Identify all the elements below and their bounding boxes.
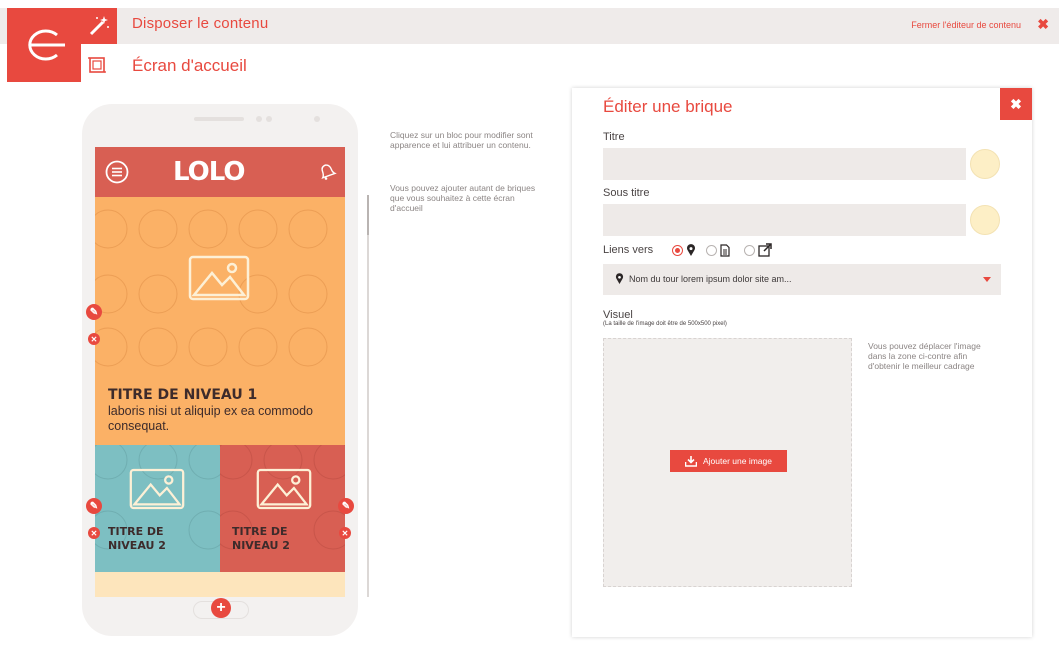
pencil-icon: ✎ xyxy=(89,500,99,512)
add-brick-button[interactable]: + xyxy=(211,598,231,618)
add-image-label: Ajouter une image xyxy=(703,456,772,466)
menu-icon[interactable] xyxy=(105,160,129,184)
link-target-select[interactable]: Nom du tour lorem ipsum dolor site am... xyxy=(603,264,1001,295)
map-pin-icon xyxy=(615,273,624,284)
delete-brick-button[interactable]: ✕ xyxy=(88,333,100,345)
app-logo-text: LOLO xyxy=(173,157,245,187)
sous-titre-input[interactable] xyxy=(603,204,966,236)
close-icon[interactable]: ✖ xyxy=(1037,16,1049,33)
brick-title: TITRE DE NIVEAU 2 xyxy=(232,525,290,552)
link-type-radio-page[interactable] xyxy=(706,245,717,256)
edit-brick-button[interactable]: ✎ xyxy=(338,498,354,514)
phone-sensor xyxy=(266,116,272,122)
image-placeholder-icon xyxy=(256,468,312,510)
delete-brick-button[interactable]: ✕ xyxy=(339,527,351,539)
app-header: LOLO xyxy=(95,147,345,197)
content-editor: Disposer le contenu Écran d'accueil Ferm… xyxy=(0,0,1059,659)
map-pin-icon xyxy=(687,244,695,256)
close-icon: ✖ xyxy=(1010,95,1022,112)
panel-close-button[interactable]: ✖ xyxy=(1000,88,1032,120)
brick-title: TITRE DE NIVEAU 1 xyxy=(108,387,258,403)
close-editor-link[interactable]: Fermer l'éditeur de contenu xyxy=(911,20,1021,30)
titre-color-picker[interactable] xyxy=(970,149,1000,179)
app-logo-icon[interactable] xyxy=(7,8,81,82)
brick-title: TITRE DE NIVEAU 2 xyxy=(108,525,166,552)
phone-scrollbar[interactable] xyxy=(367,195,369,597)
add-image-button[interactable]: Ajouter une image xyxy=(670,450,787,472)
bell-icon[interactable] xyxy=(317,162,337,182)
liens-label: Liens vers xyxy=(603,244,654,256)
image-placeholder-icon xyxy=(188,255,250,301)
brick-level-1[interactable]: TITRE DE NIVEAU 1 laboris nisi ut aliqui… xyxy=(95,197,345,445)
phone-screen: LOLO TITRE DE NIVEAU 1 laboris nisi ut a… xyxy=(95,147,345,597)
remove-icon: ✕ xyxy=(90,334,98,344)
help-text: Vous pouvez ajouter autant de briques qu… xyxy=(390,183,536,213)
edit-brick-button[interactable]: ✎ xyxy=(86,304,102,320)
download-icon xyxy=(685,455,697,467)
titre-label: Titre xyxy=(603,131,625,143)
brick-level-2-left[interactable]: TITRE DE NIVEAU 2 xyxy=(95,445,220,572)
edit-brick-button[interactable]: ✎ xyxy=(86,498,102,514)
frame-icon[interactable] xyxy=(81,48,113,82)
phone-speaker xyxy=(194,117,244,121)
select-value: Nom du tour lorem ipsum dolor site am... xyxy=(629,274,792,284)
phone-camera xyxy=(256,116,262,122)
document-icon xyxy=(720,244,730,257)
brick-level-2-right[interactable]: TITRE DE NIVEAU 2 xyxy=(220,445,345,572)
pencil-icon: ✎ xyxy=(89,306,99,318)
panel-title: Éditer une brique xyxy=(603,97,733,116)
delete-brick-button[interactable]: ✕ xyxy=(88,527,100,539)
sous-titre-color-picker[interactable] xyxy=(970,205,1000,235)
page-title: Disposer le contenu xyxy=(132,15,269,32)
help-text: Cliquez sur un bloc pour modifier sont a… xyxy=(390,130,533,150)
chevron-down-icon xyxy=(983,277,991,282)
link-type-radio-external[interactable] xyxy=(744,245,755,256)
brick-body: laboris nisi ut aliquip ex ea commodo co… xyxy=(108,404,313,433)
pencil-icon: ✎ xyxy=(341,500,351,512)
external-link-icon xyxy=(758,243,772,257)
link-type-radio-place[interactable] xyxy=(672,245,683,256)
scrollbar-thumb[interactable] xyxy=(367,195,369,235)
plus-icon: + xyxy=(216,599,226,616)
phone-sensor xyxy=(314,116,320,122)
remove-icon: ✕ xyxy=(90,528,98,538)
crop-help-text: Vous pouvez déplacer l'image dans la zon… xyxy=(868,341,981,371)
visuel-size-note: (La taille de l'image doit être de 500x5… xyxy=(603,321,727,327)
remove-icon: ✕ xyxy=(341,528,349,538)
screen-name: Écran d'accueil xyxy=(132,56,247,75)
magic-wand-icon[interactable] xyxy=(81,8,117,44)
titre-input[interactable] xyxy=(603,148,966,180)
sous-titre-label: Sous titre xyxy=(603,187,650,199)
image-placeholder-icon xyxy=(129,468,185,510)
visuel-label: Visuel xyxy=(603,309,633,321)
